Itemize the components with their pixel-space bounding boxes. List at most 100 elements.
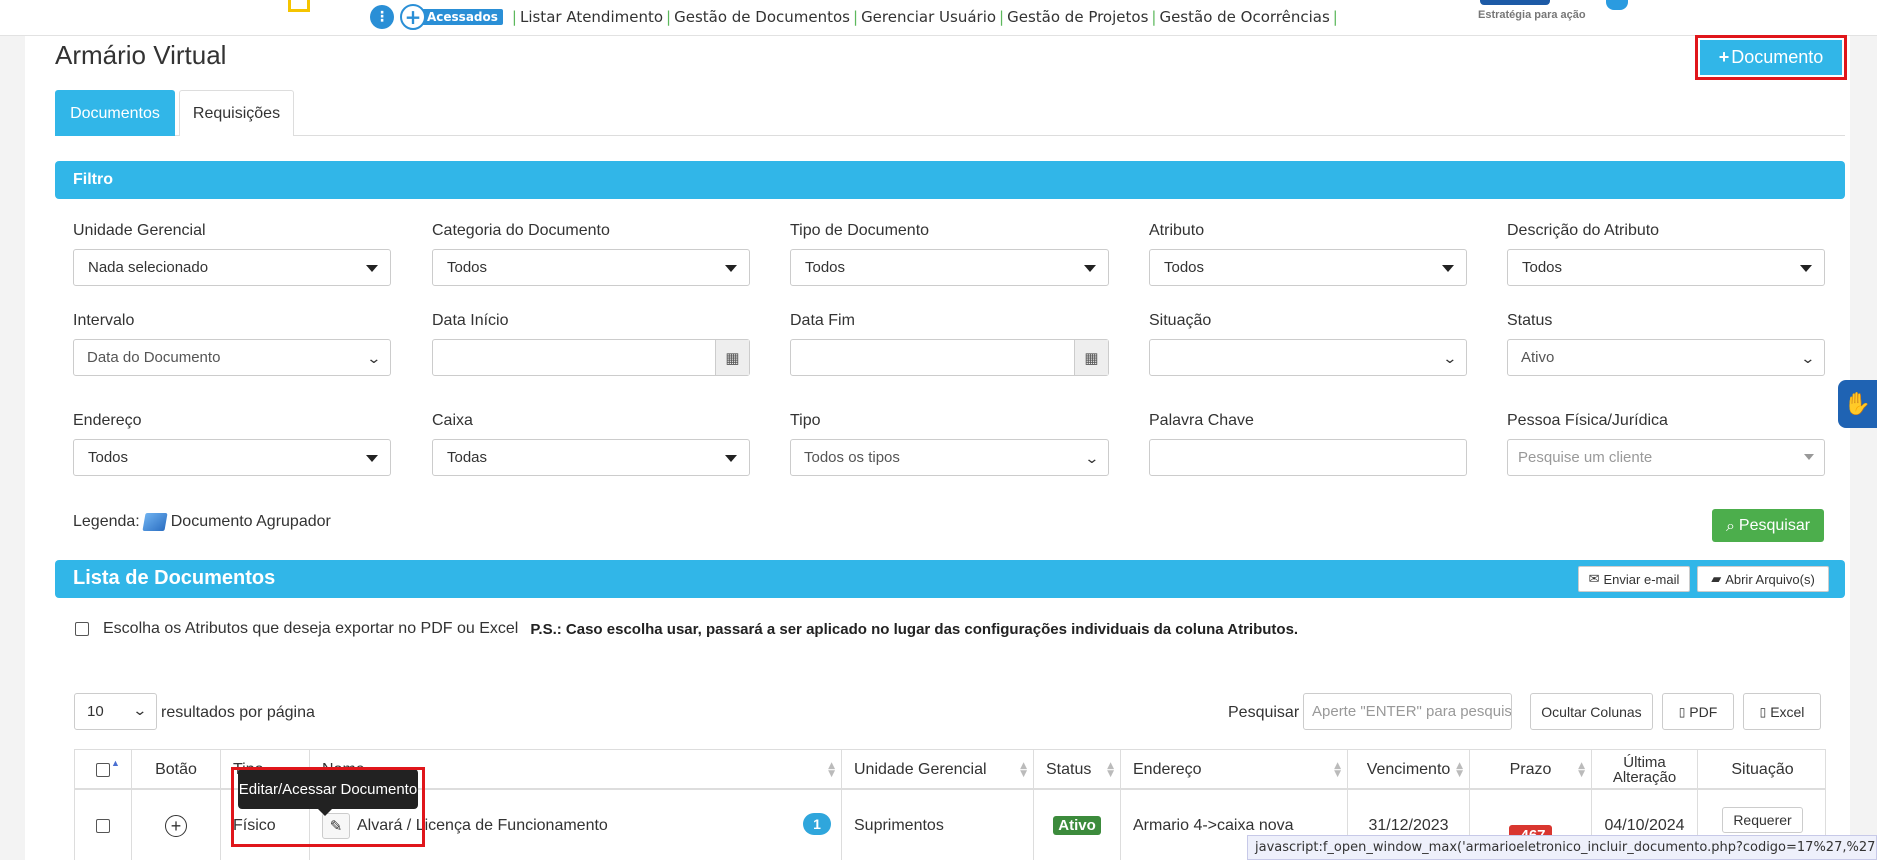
sort-up-icon: ▲ — [111, 758, 120, 768]
nav-link-gestao-ocorrencias[interactable]: Gestão de Ocorrências — [1159, 8, 1329, 26]
folder-open-icon: ▰ — [1711, 571, 1722, 586]
sort-icon: ▲ ▼ — [1334, 761, 1341, 779]
data-inicio-input[interactable]: ▦ — [432, 339, 750, 376]
tab-requisicoes[interactable]: Requisições — [179, 90, 294, 136]
caret-down-icon — [1442, 265, 1454, 272]
row-unidade: Suprimentos — [842, 790, 1034, 860]
main-panel: Armário Virtual + Documento Documentos R… — [25, 35, 1850, 860]
caret-down-icon — [366, 265, 378, 272]
nav-link-gerenciar-usuario[interactable]: Gerenciar Usuário — [861, 8, 996, 26]
row-checkbox[interactable] — [96, 818, 110, 833]
acessados-label: Acessados — [422, 9, 503, 25]
sort-icon: ▲ ▼ — [1020, 761, 1027, 779]
palavra-chave-input[interactable] — [1149, 439, 1467, 476]
list-header: Lista de Documentos — [55, 560, 1845, 598]
pdf-button[interactable]: ▯ PDF — [1662, 693, 1734, 730]
categoria-select[interactable]: Todos — [432, 249, 750, 286]
situacao-select[interactable]: ⌄ — [1149, 339, 1467, 376]
column-situacao: Situação — [1731, 761, 1794, 778]
brand-logo: Estratégia para ação — [1478, 0, 1638, 36]
sort-icon: ▲ ▼ — [1107, 761, 1114, 779]
chevron-down-icon: ⌄ — [132, 703, 148, 719]
status-select[interactable]: Ativo ⌄ — [1507, 339, 1825, 376]
chevron-down-icon: ⌄ — [366, 351, 382, 367]
tipo-documento-select[interactable]: Todos — [790, 249, 1109, 286]
brand-tagline: Estratégia para ação — [1478, 9, 1586, 21]
column-botao[interactable]: Botão — [132, 750, 221, 790]
count-badge[interactable]: 1 — [803, 813, 831, 835]
requerer-button[interactable]: Requerer — [1722, 806, 1803, 833]
export-attributes-checkbox[interactable] — [75, 622, 89, 636]
column-endereco[interactable]: Endereço ▲ ▼ — [1121, 750, 1348, 790]
nav-link-gestao-projetos[interactable]: Gestão de Projetos — [1007, 8, 1148, 26]
data-inicio-label: Data Início — [432, 312, 509, 329]
endereco-select[interactable]: Todos — [73, 439, 391, 476]
page-length-select[interactable]: 10 ⌄ — [74, 693, 157, 730]
envelope-icon: ✉ — [1588, 571, 1600, 586]
caixa-select[interactable]: Todas — [432, 439, 750, 476]
search-icon: ⌕ — [1725, 515, 1735, 535]
chat-bubble-icon — [1606, 0, 1628, 10]
palavra-chave-label: Palavra Chave — [1149, 412, 1254, 429]
excel-button[interactable]: ▯ Excel — [1743, 693, 1821, 730]
calendar-icon[interactable]: ▦ — [715, 340, 749, 375]
new-document-button[interactable]: + Documento — [1700, 40, 1842, 75]
descricao-atributo-select[interactable]: Todos — [1507, 249, 1825, 286]
nav-link-gestao-documentos[interactable]: Gestão de Documentos — [674, 8, 850, 26]
plus-icon: + — [1718, 47, 1730, 67]
chevron-down-icon: ⌄ — [1442, 351, 1458, 367]
search-button[interactable]: ⌕ Pesquisar — [1712, 509, 1824, 542]
main-nav: ⋮ + Acessados | Listar Atendimento | Ges… — [370, 4, 1341, 30]
caret-down-icon — [725, 265, 737, 272]
open-files-button[interactable]: ▰ Abrir Arquivo(s) — [1697, 566, 1829, 592]
select-all-checkbox[interactable] — [96, 763, 110, 777]
app-logo[interactable] — [288, 0, 310, 12]
list-title: Lista de Documentos — [73, 567, 276, 589]
tooltip-arrow — [318, 809, 332, 816]
caret-down-icon — [1800, 265, 1812, 272]
legend-label: Legenda: — [73, 513, 140, 530]
data-fim-label: Data Fim — [790, 312, 855, 329]
hide-columns-button[interactable]: Ocultar Colunas — [1530, 693, 1653, 730]
unidade-gerencial-select[interactable]: Nada selecionado — [73, 249, 391, 286]
atributo-label: Atributo — [1149, 222, 1205, 239]
export-attributes-label: Escolha os Atributos que deseja exportar… — [103, 620, 519, 637]
legend: Legenda: Documento Agrupador — [73, 513, 331, 531]
intervalo-select[interactable]: Data do Documento ⌄ — [73, 339, 391, 376]
data-fim-input[interactable]: ▦ — [790, 339, 1109, 376]
acessados-button[interactable]: + Acessados — [400, 4, 503, 30]
page-length-label: resultados por página — [161, 704, 315, 721]
chevron-down-icon: ⌄ — [1800, 351, 1816, 367]
edit-document-button[interactable]: ✎ — [322, 812, 350, 839]
edit-tooltip: Editar/Acessar Documento — [238, 769, 418, 809]
nav-link-listar-atendimento[interactable]: Listar Atendimento — [520, 8, 663, 26]
legend-item: Documento Agrupador — [170, 513, 331, 530]
sort-icon: ▲ ▼ — [1456, 761, 1463, 779]
status-badge: Ativo — [1053, 816, 1101, 835]
atributo-select[interactable]: Todos — [1149, 249, 1467, 286]
row-status-cell: Ativo — [1034, 790, 1121, 860]
categoria-label: Categoria do Documento — [432, 222, 610, 239]
column-status[interactable]: Status ▲ ▼ — [1034, 750, 1121, 790]
chevron-down-icon: ⌄ — [1084, 451, 1100, 467]
accessibility-hands-icon[interactable]: ✋ — [1838, 380, 1877, 428]
column-unidade[interactable]: Unidade Gerencial ▲ ▼ — [842, 750, 1034, 790]
row-nome[interactable]: Alvará / Licença de Funcionamento — [357, 817, 608, 835]
table-search-input[interactable]: Aperte "ENTER" para pesquisar — [1303, 693, 1512, 730]
situacao-label: Situação — [1149, 312, 1212, 329]
tab-documentos[interactable]: Documentos — [55, 90, 175, 136]
filter-header[interactable]: Filtro — [55, 161, 1845, 199]
page-title: Armário Virtual — [55, 40, 227, 70]
column-vencimento[interactable]: Vencimento ▲ ▼ — [1348, 750, 1470, 790]
status-label: Status — [1507, 312, 1553, 329]
info-icon[interactable]: ⋮ — [370, 5, 394, 29]
plus-circle-icon[interactable]: + — [165, 814, 187, 837]
calendar-icon[interactable]: ▦ — [1074, 340, 1108, 375]
send-email-button[interactable]: ✉ Enviar e-mail — [1578, 566, 1690, 592]
column-prazo[interactable]: Prazo ▲ ▼ — [1470, 750, 1592, 790]
top-navbar: ⋮ + Acessados | Listar Atendimento | Ges… — [0, 0, 1877, 36]
tipo-select[interactable]: Todos os tipos ⌄ — [790, 439, 1109, 476]
pessoa-search-combobox[interactable]: Pesquise um cliente — [1507, 439, 1825, 476]
column-ultima-alteracao[interactable]: Última Alteração — [1592, 750, 1698, 790]
pencil-icon: ✎ — [329, 817, 343, 835]
